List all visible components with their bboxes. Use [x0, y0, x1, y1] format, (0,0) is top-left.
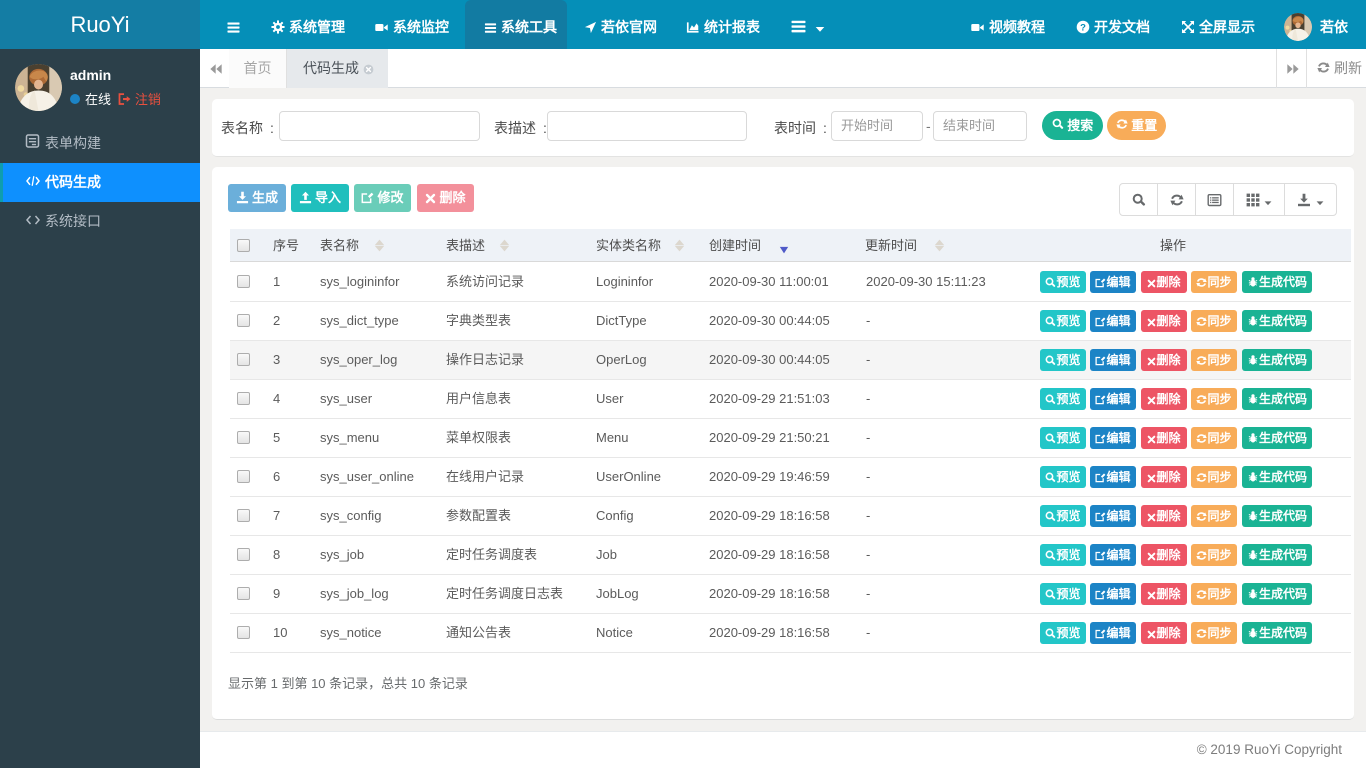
- svg-text:?: ?: [1080, 22, 1086, 33]
